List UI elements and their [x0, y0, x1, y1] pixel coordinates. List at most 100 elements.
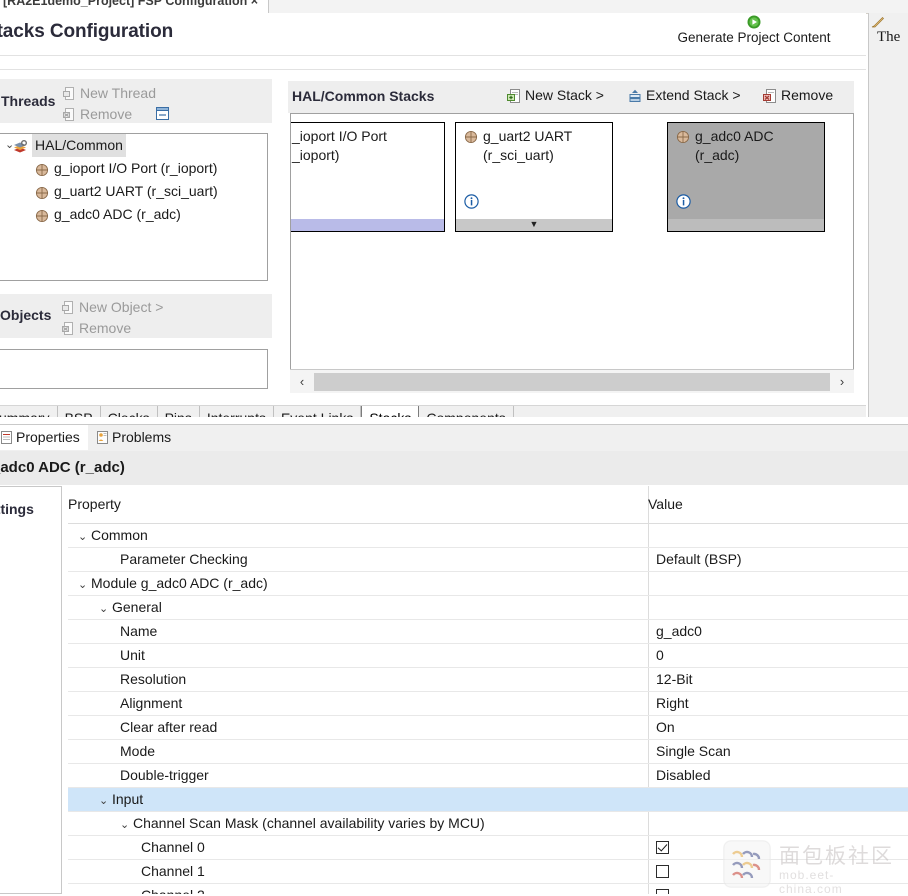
property-row[interactable]: ⌄ General	[68, 596, 908, 620]
property-row[interactable]: Clear after read On	[68, 716, 908, 740]
objects-list[interactable]	[0, 349, 268, 389]
property-value[interactable]: On	[656, 716, 675, 739]
tab-stacks[interactable]: Stacks	[361, 406, 420, 417]
stack-box-1[interactable]: g_uart2 UART (r_sci_uart) ▼	[455, 122, 613, 232]
editor-tab-label: [RA2E1demo_Project] FSP Configuration	[3, 0, 248, 8]
tree-item-hal-common[interactable]: ⌄ HAL/Common	[0, 134, 267, 157]
property-value[interactable]: Default (BSP)	[656, 548, 742, 571]
properties-table[interactable]: Property Value ⌄ Common Parameter Checking…	[68, 486, 908, 894]
checkbox-checked[interactable]	[656, 841, 669, 854]
extend-stack-button[interactable]: Extend Stack >	[628, 87, 741, 103]
stack-box-footer[interactable]	[291, 219, 444, 231]
property-name-label: Channel Scan Mask (channel availability …	[133, 815, 485, 831]
property-row[interactable]: Double-trigger Disabled	[68, 764, 908, 788]
tab-clocks[interactable]: Clocks	[101, 406, 158, 417]
chevron-down-icon[interactable]: ⌄	[120, 814, 133, 837]
info-icon[interactable]	[464, 194, 479, 209]
checkbox-unchecked[interactable]	[656, 865, 669, 878]
table-header-row: Property Value	[68, 486, 908, 524]
tab-interrupts[interactable]: Interrupts	[200, 406, 274, 417]
close-icon[interactable]: ×	[251, 0, 258, 8]
module-icon	[35, 184, 49, 200]
collapse-all-icon[interactable]	[156, 107, 169, 120]
property-name: ⌄ Input	[99, 788, 143, 813]
remove-thread-button[interactable]: Remove	[63, 106, 132, 122]
property-row[interactable]: ⌄ Input	[68, 788, 908, 812]
property-row[interactable]: Channel 1	[68, 860, 908, 884]
editor-tab-fsp-configuration[interactable]: [RA2E1demo_Project] FSP Configuration ×	[0, 0, 270, 13]
property-name-label: Module g_adc0 ADC (r_adc)	[91, 575, 268, 591]
property-row[interactable]: Parameter Checking Default (BSP)	[68, 548, 908, 572]
new-object-button[interactable]: New Object >	[62, 299, 163, 315]
threads-tree[interactable]: ⌄ HAL/Common g_ioport I/O Port (r_ioport)g…	[0, 133, 268, 281]
new-object-label: New Object >	[79, 299, 164, 315]
stack-box-label: g_adc0 ADC (r_adc)	[695, 128, 774, 163]
properties-rows: ⌄ Common Parameter Checking Default (BSP) ⌄ M…	[68, 524, 908, 894]
tab-components[interactable]: Components	[419, 406, 514, 417]
tab-event-links[interactable]: Event Links	[274, 406, 362, 417]
stack-box-footer[interactable]: ▼	[456, 219, 612, 231]
editor-header: Stacks Configuration Generate Project Co…	[0, 13, 866, 56]
tab-label: ummary	[0, 410, 50, 417]
tab-problems[interactable]: Problems	[88, 425, 179, 450]
scrollbar-thumb[interactable]	[314, 373, 830, 391]
property-value[interactable]: 0	[656, 644, 664, 667]
new-stack-button[interactable]: New Stack >	[507, 87, 604, 103]
property-name: Mode	[120, 740, 155, 763]
tree-item-label: g_adc0 ADC (r_adc)	[54, 206, 181, 222]
tree-item-label: g_uart2 UART (r_sci_uart)	[54, 183, 218, 199]
property-row[interactable]: Mode Single Scan	[68, 740, 908, 764]
tab-label: Event Links	[281, 410, 353, 417]
property-row[interactable]: Unit 0	[68, 644, 908, 668]
tree-item-g-adc0-adc-r-adc[interactable]: g_adc0 ADC (r_adc)	[0, 203, 267, 226]
property-row[interactable]: ⌄ Module g_adc0 ADC (r_adc)	[68, 572, 908, 596]
stacks-canvas[interactable]: _ioport I/O Port _ioport) g_uart2 UART (r_s…	[290, 113, 854, 393]
scroll-left-icon[interactable]: ‹	[293, 372, 311, 392]
tab-bsp[interactable]: BSP	[58, 406, 101, 417]
property-value[interactable]	[656, 884, 669, 894]
property-value[interactable]: Single Scan	[656, 740, 731, 763]
stacks-horizontal-scrollbar[interactable]: ‹ ›	[290, 369, 854, 393]
remove-stack-button[interactable]: Remove	[763, 87, 833, 103]
property-value[interactable]: 12-Bit	[656, 668, 693, 691]
property-row[interactable]: Alignment Right	[68, 692, 908, 716]
stack-box-2[interactable]: g_adc0 ADC (r_adc)	[667, 122, 825, 232]
tree-item-g-ioport-i-o-port-r-ioport[interactable]: g_ioport I/O Port (r_ioport)	[0, 157, 267, 180]
remove-stack-label: Remove	[781, 87, 834, 103]
property-row[interactable]: Resolution 12-Bit	[68, 668, 908, 692]
chevron-down-icon[interactable]: ⌄	[78, 526, 91, 549]
tab-ummary[interactable]: ummary	[0, 406, 58, 417]
properties-side-tabs[interactable]: ettings	[0, 486, 62, 894]
column-header-property: Property	[68, 496, 121, 512]
info-icon[interactable]	[676, 194, 691, 209]
property-value[interactable]: Disabled	[656, 764, 710, 787]
new-thread-button[interactable]: New Thread	[63, 85, 156, 101]
chevron-down-icon[interactable]: ⌄	[99, 790, 112, 813]
stack-box-0[interactable]: _ioport I/O Port _ioport)	[291, 122, 445, 232]
tab-pins[interactable]: Pins	[158, 406, 200, 417]
generate-project-content-button[interactable]: Generate Project Content	[654, 15, 854, 45]
checkbox-unchecked[interactable]	[656, 889, 669, 894]
chevron-down-icon[interactable]: ⌄	[78, 574, 91, 597]
property-row[interactable]: Channel 2	[68, 884, 908, 894]
remove-object-button[interactable]: Remove	[62, 320, 131, 336]
stack-box-footer[interactable]	[668, 219, 824, 231]
property-value[interactable]: Right	[656, 692, 689, 715]
tab-label: BSP	[65, 410, 93, 417]
property-row[interactable]: Channel 0	[68, 836, 908, 860]
property-value[interactable]: g_adc0	[656, 620, 702, 643]
tab-properties[interactable]: Properties	[0, 425, 88, 450]
tab-label: Interrupts	[207, 410, 266, 417]
property-value[interactable]	[656, 860, 669, 883]
chevron-down-icon[interactable]: ⌄	[99, 598, 112, 621]
scroll-right-icon[interactable]: ›	[833, 372, 851, 392]
module-icon	[35, 161, 49, 177]
tree-item-g-uart2-uart-r-sci-uart[interactable]: g_uart2 UART (r_sci_uart)	[0, 180, 267, 203]
property-value[interactable]	[656, 836, 669, 859]
property-name-label: Mode	[120, 743, 156, 759]
property-row[interactable]: Name g_adc0	[68, 620, 908, 644]
property-name: Channel 0	[141, 836, 205, 859]
property-row[interactable]: ⌄ Channel Scan Mask (channel availability…	[68, 812, 908, 836]
threads-toolbar: Threads New Thread Remove	[0, 79, 272, 123]
property-row[interactable]: ⌄ Common	[68, 524, 908, 548]
